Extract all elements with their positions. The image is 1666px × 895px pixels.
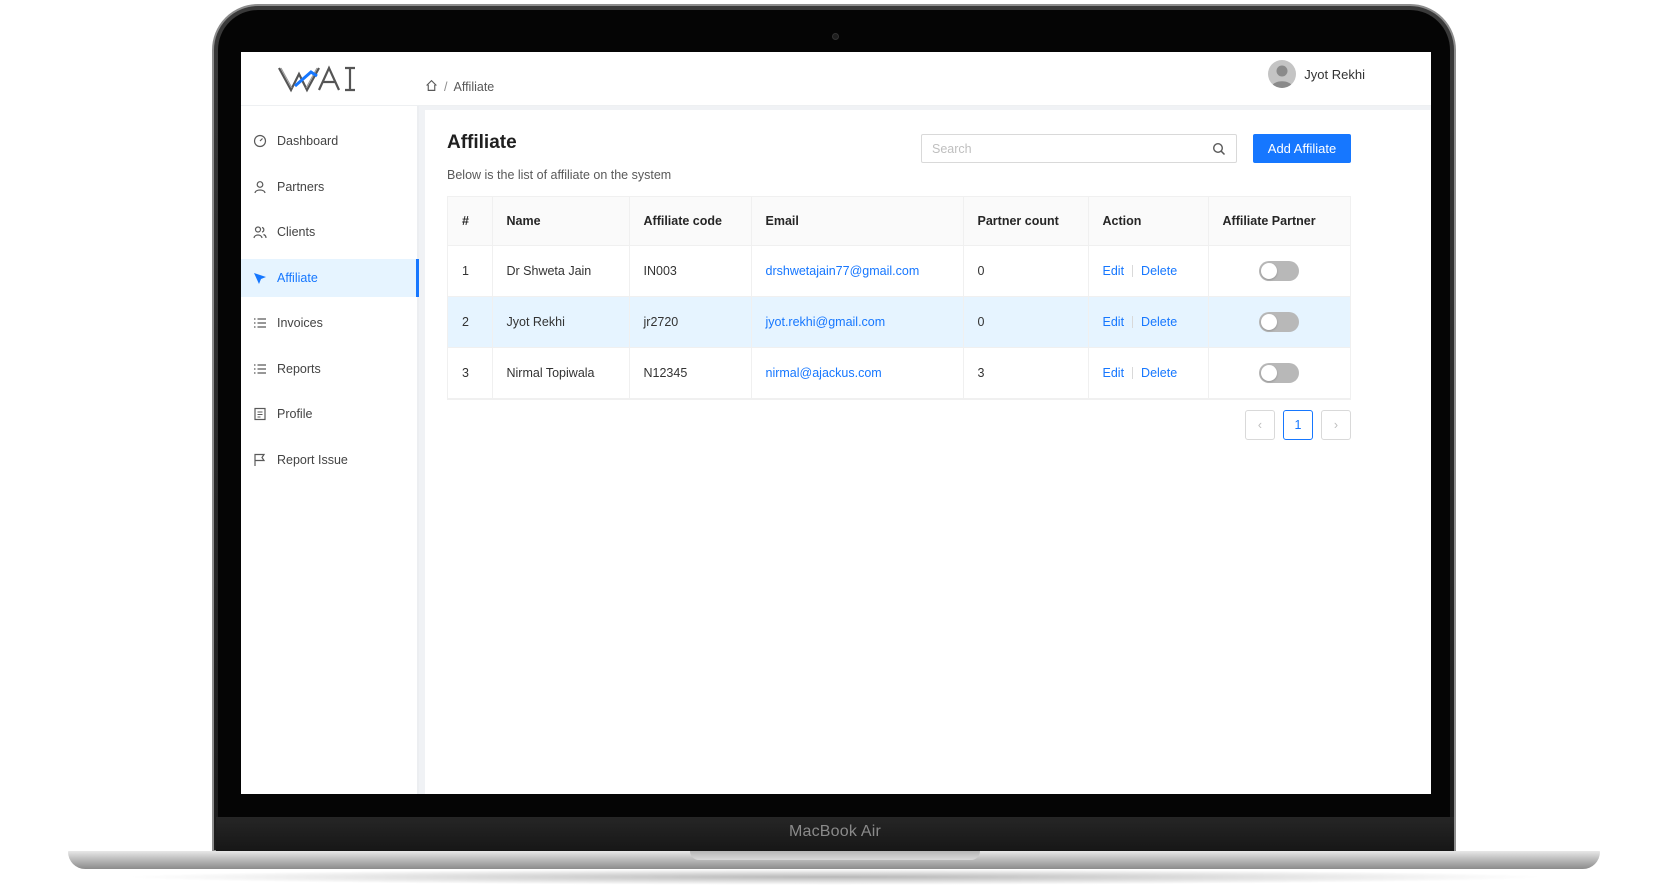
column-header-email: Email <box>751 197 964 246</box>
sidebar-item-partners[interactable]: Partners <box>241 168 417 206</box>
page-title: Affiliate <box>447 132 517 153</box>
row-index: 1 <box>448 245 493 297</box>
breadcrumb-separator: / <box>444 80 448 94</box>
action-divider <box>1132 316 1134 329</box>
sidebar: Dashboard Partners Clients Affiliate Inv… <box>241 106 419 794</box>
affiliate-partner-toggle[interactable] <box>1258 260 1299 281</box>
sidebar-item-invoices[interactable]: Invoices <box>241 304 417 342</box>
sidebar-item-label: Clients <box>277 225 316 239</box>
row-code: N12345 <box>629 347 752 399</box>
affiliate-partner-toggle[interactable] <box>1258 362 1299 383</box>
column-header-partner-count: Partner count <box>963 197 1089 246</box>
sidebar-item-reports[interactable]: Reports <box>241 350 417 388</box>
camera-icon <box>832 33 839 40</box>
sidebar-item-affiliate[interactable]: Affiliate <box>241 258 419 297</box>
search-input[interactable] <box>932 141 1212 156</box>
row-name: Jyot Rekhi <box>492 296 630 348</box>
delete-link[interactable]: Delete <box>1141 264 1177 278</box>
edit-link[interactable]: Edit <box>1103 315 1125 329</box>
column-header-name: Name <box>492 197 630 246</box>
edit-link[interactable]: Edit <box>1103 366 1125 380</box>
sidebar-item-dashboard[interactable]: Dashboard <box>241 122 417 160</box>
main-content: Affiliate Below is the list of affiliate… <box>425 110 1431 794</box>
delete-link[interactable]: Delete <box>1141 366 1177 380</box>
list-icon <box>253 316 267 330</box>
user-menu[interactable]: Jyot Rekhi <box>1268 60 1365 88</box>
top-header: / Affiliate Jyot Rekhi <box>241 52 1431 106</box>
breadcrumb: / Affiliate <box>425 79 494 95</box>
sidebar-item-report-issue[interactable]: Report Issue <box>241 441 417 479</box>
pagination: ‹ 1 › <box>1245 410 1351 440</box>
search-box[interactable] <box>921 134 1237 163</box>
row-actions: Edit Delete <box>1088 347 1209 399</box>
row-index: 3 <box>448 347 493 399</box>
device-brand-label: MacBook Air <box>788 823 881 840</box>
avatar <box>1268 60 1297 88</box>
sidebar-item-label: Dashboard <box>277 134 339 148</box>
row-name: Nirmal Topiwala <box>492 347 630 399</box>
sidebar-item-label: Partners <box>277 179 325 194</box>
laptop-shadow <box>120 869 1550 885</box>
sidebar-nav: Dashboard Partners Clients Affiliate Inv… <box>241 122 419 479</box>
sidebar-item-clients[interactable]: Clients <box>241 213 417 251</box>
edit-link[interactable]: Edit <box>1103 264 1125 278</box>
flag-icon <box>253 453 267 467</box>
row-code: IN003 <box>629 245 752 297</box>
column-header-affiliate-partner: Affiliate Partner <box>1208 197 1350 246</box>
table-row: 3 Nirmal Topiwala N12345 nirmal@ajackus.… <box>448 347 1350 399</box>
row-partner-count: 0 <box>963 296 1089 348</box>
sidebar-item-label: Affiliate <box>277 270 318 285</box>
breadcrumb-current: Affiliate <box>453 80 495 94</box>
row-email-link[interactable]: nirmal@ajackus.com <box>766 366 882 380</box>
table-row: 1 Dr Shweta Jain IN003 drshwetajain77@gm… <box>448 245 1350 297</box>
column-header-action: Action <box>1088 197 1209 246</box>
laptop-notch <box>690 851 980 860</box>
add-affiliate-button[interactable]: Add Affiliate <box>1253 134 1351 163</box>
row-partner-count: 0 <box>963 245 1089 297</box>
page-1-button[interactable]: 1 <box>1283 410 1313 440</box>
affiliate-partner-toggle[interactable] <box>1258 311 1299 332</box>
user-name: Jyot Rekhi <box>1304 66 1365 82</box>
users-icon <box>253 225 267 239</box>
profile-icon <box>253 407 267 421</box>
affiliate-table: # Name Affiliate code Email Partner coun… <box>447 196 1351 400</box>
row-code: jr2720 <box>629 296 752 348</box>
laptop-mockup: / Affiliate Jyot Rekhi Dashboard Partner… <box>0 0 1666 895</box>
row-partner-count: 3 <box>963 347 1089 399</box>
row-actions: Edit Delete <box>1088 245 1209 297</box>
send-icon <box>253 271 267 285</box>
next-page-button[interactable]: › <box>1321 410 1351 440</box>
row-actions: Edit Delete <box>1088 296 1209 348</box>
action-divider <box>1132 265 1134 278</box>
page-subtitle: Below is the list of affiliate on the sy… <box>447 168 672 182</box>
prev-page-button[interactable]: ‹ <box>1245 410 1275 440</box>
sidebar-item-profile[interactable]: Profile <box>241 395 417 433</box>
column-header-index: # <box>448 197 493 246</box>
dashboard-icon <box>253 134 267 148</box>
action-divider <box>1132 367 1134 380</box>
wai-logo <box>278 65 355 93</box>
sidebar-item-label: Profile <box>277 407 313 421</box>
app-screen: / Affiliate Jyot Rekhi Dashboard Partner… <box>241 52 1431 794</box>
row-name: Dr Shweta Jain <box>492 245 630 297</box>
sidebar-item-label: Invoices <box>277 316 323 330</box>
delete-link[interactable]: Delete <box>1141 315 1177 329</box>
column-header-affiliate-code: Affiliate code <box>629 197 752 246</box>
table-row: 2 Jyot Rekhi jr2720 jyot.rekhi@gmail.com… <box>448 296 1350 348</box>
home-icon[interactable] <box>425 79 438 95</box>
table-header-row: # Name Affiliate code Email Partner coun… <box>448 197 1350 246</box>
user-icon <box>253 180 267 194</box>
list-icon <box>253 362 267 376</box>
sidebar-item-label: Report Issue <box>277 452 348 467</box>
row-index: 2 <box>448 296 493 348</box>
search-icon[interactable] <box>1212 142 1226 156</box>
row-email-link[interactable]: jyot.rekhi@gmail.com <box>766 315 886 329</box>
sidebar-item-label: Reports <box>277 361 321 376</box>
row-email-link[interactable]: drshwetajain77@gmail.com <box>766 264 920 278</box>
